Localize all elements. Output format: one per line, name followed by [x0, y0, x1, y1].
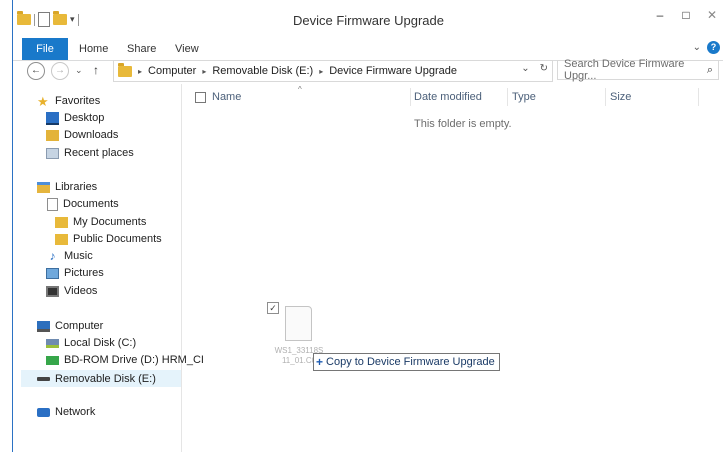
- empty-folder-message: This folder is empty.: [414, 118, 512, 130]
- address-dropdown-icon[interactable]: ⌄: [521, 63, 529, 74]
- title-bar: ▾ Device Firmware Upgrade – □ ✕: [13, 0, 723, 38]
- column-divider[interactable]: [507, 88, 508, 106]
- network-icon: [37, 407, 50, 417]
- refresh-icon[interactable]: ↻: [540, 63, 548, 74]
- libraries-icon: [37, 181, 50, 193]
- nav-label: Music: [64, 250, 93, 262]
- nav-label: Pictures: [64, 267, 104, 279]
- drag-checkbox-icon: ✓: [267, 302, 279, 314]
- column-divider[interactable]: [410, 88, 411, 106]
- pictures-icon: [46, 267, 59, 279]
- back-button[interactable]: ←: [27, 62, 45, 80]
- nav-favorites[interactable]: ★ Favorites: [37, 93, 100, 109]
- close-button[interactable]: ✕: [699, 6, 723, 24]
- window-title: Device Firmware Upgrade: [293, 13, 444, 28]
- nav-bd-rom-drive[interactable]: BD-ROM Drive (D:) HRM_CI: [46, 352, 204, 368]
- recent-places-icon: [46, 147, 59, 159]
- nav-downloads[interactable]: Downloads: [46, 127, 118, 143]
- nav-music[interactable]: ♪ Music: [46, 248, 93, 264]
- recent-locations-icon[interactable]: ⌄: [75, 65, 83, 76]
- nav-label: Desktop: [64, 112, 105, 124]
- nav-pictures[interactable]: Pictures: [46, 265, 104, 281]
- search-input[interactable]: Search Device Firmware Upgr... ⌕: [557, 58, 719, 82]
- nav-network[interactable]: Network: [37, 404, 95, 420]
- nav-label: Libraries: [55, 181, 98, 193]
- navigation-pane: ★ Favorites Desktop Downloads Recent pla…: [13, 84, 204, 452]
- forward-button[interactable]: →: [51, 62, 69, 80]
- select-all-checkbox[interactable]: [195, 92, 206, 103]
- column-divider[interactable]: [698, 88, 699, 106]
- nav-local-disk[interactable]: Local Disk (C:): [46, 335, 136, 351]
- search-placeholder: Search Device Firmware Upgr...: [564, 58, 685, 82]
- folder-icon: [55, 233, 68, 245]
- column-name[interactable]: Name: [212, 88, 241, 106]
- nav-computer[interactable]: Computer: [37, 318, 103, 334]
- nav-removable-disk[interactable]: Removable Disk (E:): [21, 370, 181, 387]
- explorer-window: ▾ Device Firmware Upgrade – □ ✕ File Hom…: [12, 0, 723, 452]
- removable-disk-icon: [37, 376, 50, 381]
- star-icon: ★: [37, 93, 49, 109]
- column-date-modified[interactable]: Date modified: [414, 88, 482, 106]
- maximize-button[interactable]: □: [673, 6, 699, 24]
- nav-desktop[interactable]: Desktop: [46, 110, 104, 126]
- nav-label: Network: [55, 406, 96, 418]
- nav-label: Favorites: [55, 95, 101, 107]
- address-row: ← → ⌄ ↑ ▸ Computer ▸ Removable Disk (E:)…: [13, 58, 723, 82]
- tab-file[interactable]: File: [22, 38, 68, 60]
- nav-libraries[interactable]: Libraries: [37, 179, 97, 195]
- nav-documents[interactable]: Documents: [47, 196, 119, 212]
- copy-to-tooltip: + Copy to Device Firmware Upgrade: [313, 353, 500, 371]
- tab-home[interactable]: Home: [79, 38, 108, 60]
- file-list-pane[interactable]: Name ^ Date modified Type Size This fold…: [182, 84, 723, 452]
- nav-label: Documents: [63, 198, 119, 210]
- nav-label: Public Documents: [73, 233, 162, 245]
- videos-icon: [46, 285, 59, 297]
- address-bar[interactable]: ▸ Computer ▸ Removable Disk (E:) ▸ Devic…: [113, 60, 553, 82]
- folder-icon: [55, 216, 68, 228]
- nav-recent-places[interactable]: Recent places: [46, 145, 134, 161]
- nav-label: Downloads: [64, 129, 119, 141]
- nav-my-documents[interactable]: My Documents: [55, 214, 146, 230]
- nav-label: Local Disk (C:): [64, 337, 137, 349]
- downloads-icon: [46, 129, 59, 141]
- up-button[interactable]: ↑: [93, 63, 99, 77]
- column-divider[interactable]: [605, 88, 606, 106]
- expand-ribbon-icon[interactable]: ⌄: [693, 42, 701, 53]
- computer-icon: [37, 320, 50, 332]
- folder-icon: [118, 62, 132, 77]
- breadcrumb: ▸ Computer ▸ Removable Disk (E:) ▸ Devic…: [114, 62, 457, 77]
- minimize-button[interactable]: –: [647, 6, 673, 24]
- ribbon-controls: ⌄ ?: [693, 41, 720, 54]
- breadcrumb-removable-disk[interactable]: Removable Disk (E:): [212, 65, 313, 77]
- nav-public-documents[interactable]: Public Documents: [55, 231, 162, 247]
- help-icon[interactable]: ?: [707, 41, 720, 54]
- bd-rom-drive-icon: [46, 355, 59, 365]
- chevron-right-icon[interactable]: ▸: [319, 67, 323, 76]
- tab-view[interactable]: View: [175, 38, 199, 60]
- chevron-right-icon[interactable]: ▸: [138, 67, 142, 76]
- address-controls: ⌄ ↻: [521, 63, 548, 74]
- column-type[interactable]: Type: [512, 88, 536, 106]
- nav-videos[interactable]: Videos: [46, 283, 97, 299]
- nav-label: Computer: [55, 320, 104, 332]
- desktop-icon: [46, 111, 59, 125]
- column-size[interactable]: Size: [610, 88, 631, 106]
- nav-label: Recent places: [64, 147, 134, 159]
- search-icon[interactable]: ⌕: [707, 64, 713, 77]
- plus-icon: +: [316, 355, 324, 369]
- nav-label: My Documents: [73, 216, 147, 228]
- chevron-right-icon[interactable]: ▸: [202, 67, 206, 76]
- nav-label: Removable Disk (E:): [55, 372, 156, 385]
- breadcrumb-computer[interactable]: Computer: [148, 65, 196, 77]
- breadcrumb-device-firmware-upgrade[interactable]: Device Firmware Upgrade: [329, 65, 457, 77]
- nav-label: Videos: [64, 285, 98, 297]
- tab-share[interactable]: Share: [127, 38, 156, 60]
- documents-icon: [47, 197, 58, 211]
- dragged-file-icon: [285, 306, 312, 341]
- copy-to-label: Copy to Device Firmware Upgrade: [326, 356, 495, 368]
- local-disk-icon: [46, 338, 59, 348]
- music-icon: ♪: [49, 248, 56, 263]
- sort-ascending-icon: ^: [298, 85, 302, 94]
